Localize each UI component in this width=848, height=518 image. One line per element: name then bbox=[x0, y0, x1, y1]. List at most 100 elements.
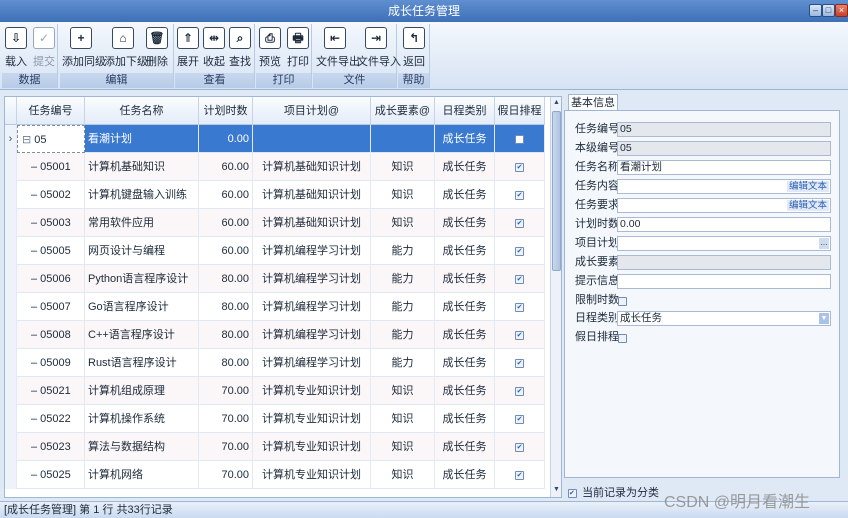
hint-field[interactable] bbox=[617, 274, 831, 289]
cell-plan-hours[interactable]: 80.00 bbox=[199, 349, 253, 377]
cell-project-plan[interactable]: 计算机基础知识计划 bbox=[253, 209, 371, 237]
checkbox-icon[interactable]: ✔ bbox=[515, 386, 524, 396]
column-header[interactable]: 日程类别 bbox=[435, 97, 495, 125]
cell-growth-element[interactable]: 能力 bbox=[371, 321, 435, 349]
cell-project-plan[interactable] bbox=[253, 125, 371, 153]
cell-growth-element[interactable]: 能力 bbox=[371, 237, 435, 265]
cell-holiday-checkbox[interactable]: ✔ bbox=[495, 433, 545, 461]
cell-task-id[interactable]: – 05021 bbox=[17, 377, 85, 405]
checkbox-icon[interactable]: ✔ bbox=[515, 442, 524, 452]
scrollbar-thumb[interactable] bbox=[552, 111, 561, 271]
column-header[interactable]: 任务名称 bbox=[85, 97, 199, 125]
cell-task-id[interactable]: – 05003 bbox=[17, 209, 85, 237]
column-header[interactable]: 假日排程 bbox=[495, 97, 545, 125]
checkbox-icon[interactable]: ✔ bbox=[515, 302, 524, 312]
cell-task-name[interactable]: 计算机键盘输入训练 bbox=[85, 181, 199, 209]
expand-button[interactable]: ⇑ 展开 bbox=[176, 25, 200, 71]
edit-requirement-button[interactable]: 编辑文本 bbox=[786, 200, 829, 211]
checkbox-icon[interactable]: ✔ bbox=[515, 246, 524, 256]
checkbox-icon[interactable]: ✔ bbox=[515, 414, 524, 424]
cell-task-id[interactable]: ⊟ 05 bbox=[17, 125, 85, 153]
task-grid[interactable]: 任务编号 任务名称 计划时数 项目计划@ 成长要素@ 日程类别 假日排程 › ⊟ 05 看潮计划… bbox=[4, 96, 562, 498]
checkbox-icon[interactable]: ✔ bbox=[515, 162, 524, 172]
add-child-button[interactable]: ⌂ 添加下级 bbox=[104, 25, 148, 71]
limit-hours-checkbox[interactable] bbox=[618, 295, 627, 307]
cell-task-name[interactable]: 计算机基础知识 bbox=[85, 153, 199, 181]
table-row[interactable]: – 05008 C++语言程序设计 80.00 计算机编程学习计划 能力 成长任务 ✔ bbox=[5, 321, 545, 349]
cell-growth-element[interactable]: 知识 bbox=[371, 377, 435, 405]
cell-growth-element[interactable]: 知识 bbox=[371, 209, 435, 237]
cell-task-name[interactable]: Go语言程序设计 bbox=[85, 293, 199, 321]
return-button[interactable]: ↰ 返回 bbox=[402, 25, 426, 71]
cell-plan-hours[interactable]: 70.00 bbox=[199, 405, 253, 433]
cell-plan-hours[interactable]: 70.00 bbox=[199, 461, 253, 489]
cell-holiday-checkbox[interactable]: ✔ bbox=[495, 153, 545, 181]
cell-task-name[interactable]: 计算机组成原理 bbox=[85, 377, 199, 405]
checkbox-icon[interactable]: ✔ bbox=[515, 274, 524, 284]
cell-growth-element[interactable]: 能力 bbox=[371, 293, 435, 321]
cell-schedule-category[interactable]: 成长任务 bbox=[435, 181, 495, 209]
cell-task-name[interactable]: Rust语言程序设计 bbox=[85, 349, 199, 377]
cell-growth-element[interactable]: 知识 bbox=[371, 461, 435, 489]
cell-schedule-category[interactable]: 成长任务 bbox=[435, 349, 495, 377]
column-header[interactable]: 项目计划@ bbox=[253, 97, 371, 125]
checkbox-icon[interactable]: ✔ bbox=[515, 190, 524, 200]
close-icon[interactable]: × bbox=[835, 4, 848, 17]
cell-plan-hours[interactable]: 60.00 bbox=[199, 237, 253, 265]
cell-schedule-category[interactable]: 成长任务 bbox=[435, 125, 495, 153]
cell-task-id[interactable]: – 05025 bbox=[17, 461, 85, 489]
cell-holiday-checkbox[interactable]: ✔ bbox=[495, 377, 545, 405]
task-content-field[interactable]: 编辑文本 bbox=[617, 179, 831, 194]
import-button[interactable]: ⇥ 文件导入 bbox=[357, 25, 401, 71]
cell-holiday-checkbox[interactable]: ✔ bbox=[495, 349, 545, 377]
table-row[interactable]: – 05006 Python语言程序设计 80.00 计算机编程学习计划 能力 成长任务 ✔ bbox=[5, 265, 545, 293]
cell-schedule-category[interactable]: 成长任务 bbox=[435, 461, 495, 489]
table-row[interactable]: – 05025 计算机网络 70.00 计算机专业知识计划 知识 成长任务 ✔ bbox=[5, 461, 545, 489]
cell-project-plan[interactable]: 计算机专业知识计划 bbox=[253, 405, 371, 433]
cell-schedule-category[interactable]: 成长任务 bbox=[435, 153, 495, 181]
table-row[interactable]: – 05007 Go语言程序设计 80.00 计算机编程学习计划 能力 成长任务 ✔ bbox=[5, 293, 545, 321]
checkbox-icon[interactable]: ✔ bbox=[515, 358, 524, 368]
cell-plan-hours[interactable]: 80.00 bbox=[199, 293, 253, 321]
cell-task-name[interactable]: 常用软件应用 bbox=[85, 209, 199, 237]
schedule-category-select[interactable]: 成长任务 ▼ bbox=[617, 311, 831, 326]
cell-plan-hours[interactable]: 0.00 bbox=[199, 125, 253, 153]
holiday-checkbox[interactable] bbox=[618, 332, 627, 344]
cell-holiday-checkbox[interactable]: ✔ bbox=[495, 461, 545, 489]
column-header[interactable]: 任务编号 bbox=[17, 97, 85, 125]
cell-project-plan[interactable]: 计算机编程学习计划 bbox=[253, 265, 371, 293]
cell-schedule-category[interactable]: 成长任务 bbox=[435, 321, 495, 349]
cell-project-plan[interactable]: 计算机专业知识计划 bbox=[253, 461, 371, 489]
grid-vertical-scrollbar[interactable]: ▲ ▼ bbox=[550, 97, 561, 497]
table-row[interactable]: – 05005 网页设计与编程 60.00 计算机编程学习计划 能力 成长任务 ✔ bbox=[5, 237, 545, 265]
preview-button[interactable]: ⎙ 预览 bbox=[258, 25, 282, 71]
table-row[interactable]: – 05001 计算机基础知识 60.00 计算机基础知识计划 知识 成长任务 ✔ bbox=[5, 153, 545, 181]
cell-growth-element[interactable]: 知识 bbox=[371, 181, 435, 209]
cell-holiday-checkbox[interactable]: ✔ bbox=[495, 265, 545, 293]
checkbox-icon[interactable]: ✔ bbox=[515, 470, 524, 480]
table-row[interactable]: – 05023 算法与数据结构 70.00 计算机专业知识计划 知识 成长任务 ✔ bbox=[5, 433, 545, 461]
cell-task-id[interactable]: – 05006 bbox=[17, 265, 85, 293]
cell-plan-hours[interactable]: 60.00 bbox=[199, 209, 253, 237]
cell-schedule-category[interactable]: 成长任务 bbox=[435, 265, 495, 293]
cell-plan-hours[interactable]: 70.00 bbox=[199, 377, 253, 405]
table-row[interactable]: – 05021 计算机组成原理 70.00 计算机专业知识计划 知识 成长任务 ✔ bbox=[5, 377, 545, 405]
cell-schedule-category[interactable]: 成长任务 bbox=[435, 433, 495, 461]
cell-task-id[interactable]: – 05009 bbox=[17, 349, 85, 377]
task-requirement-field[interactable]: 编辑文本 bbox=[617, 198, 831, 213]
cell-growth-element[interactable]: 知识 bbox=[371, 153, 435, 181]
minimize-icon[interactable]: – bbox=[809, 4, 822, 17]
cell-task-id[interactable]: – 05002 bbox=[17, 181, 85, 209]
find-button[interactable]: ⌕ 查找 bbox=[228, 25, 252, 71]
cell-growth-element[interactable] bbox=[371, 125, 435, 153]
cell-task-name[interactable]: 算法与数据结构 bbox=[85, 433, 199, 461]
cell-project-plan[interactable]: 计算机编程学习计划 bbox=[253, 349, 371, 377]
cell-schedule-category[interactable]: 成长任务 bbox=[435, 237, 495, 265]
cell-holiday-checkbox[interactable] bbox=[495, 125, 545, 153]
cell-task-name[interactable]: 计算机操作系统 bbox=[85, 405, 199, 433]
cell-holiday-checkbox[interactable]: ✔ bbox=[495, 321, 545, 349]
table-row[interactable]: – 05022 计算机操作系统 70.00 计算机专业知识计划 知识 成长任务 ✔ bbox=[5, 405, 545, 433]
cell-task-id[interactable]: – 05023 bbox=[17, 433, 85, 461]
print-button[interactable]: 🖶 打印 bbox=[286, 25, 310, 71]
checkbox-icon[interactable]: ✔ bbox=[515, 330, 524, 340]
